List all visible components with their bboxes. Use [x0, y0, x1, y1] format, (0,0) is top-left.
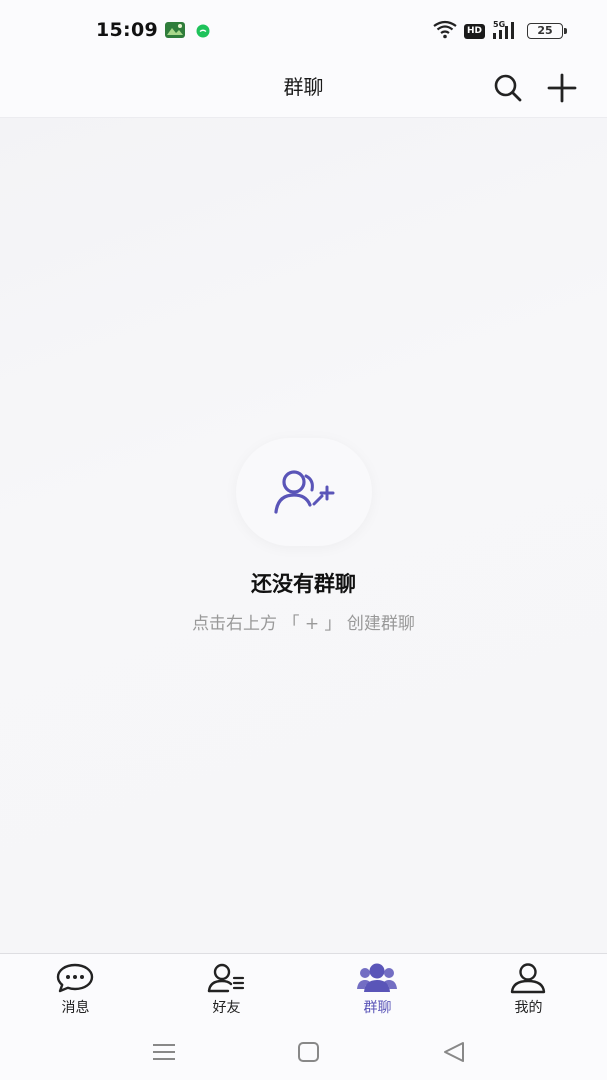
system-nav-bar — [0, 1025, 607, 1080]
tab-groups[interactable]: 群聊 — [302, 954, 453, 1026]
back-icon — [444, 1042, 464, 1062]
home-icon — [298, 1042, 319, 1062]
search-icon — [494, 74, 522, 102]
wechat-app-icon — [196, 24, 210, 38]
plus-icon — [547, 73, 577, 103]
battery-icon: 25 — [527, 23, 567, 39]
phone-screen: 15:09 HD 5G 25 群聊 还没有群聊 点击右上方 「 + 」 创建群聊… — [0, 0, 607, 1080]
wifi-icon — [433, 20, 457, 39]
status-bar: 15:09 HD 5G 25 — [0, 0, 607, 60]
system-menu-button[interactable] — [150, 1039, 178, 1065]
group-list-area: 还没有群聊 点击右上方 「 + 」 创建群聊 — [0, 118, 607, 953]
tab-label: 我的 — [514, 1000, 543, 1016]
create-group-button[interactable] — [542, 68, 582, 108]
tab-messages[interactable]: 消息 — [0, 954, 151, 1026]
group-icon — [357, 963, 397, 992]
tab-label: 好友 — [212, 1000, 241, 1016]
status-time: 15:09 — [96, 19, 158, 41]
tab-friends[interactable]: 好友 — [151, 954, 302, 1026]
profile-icon — [510, 963, 546, 994]
tab-profile[interactable]: 我的 — [453, 954, 604, 1026]
app-header: 群聊 — [0, 60, 607, 118]
tab-label: 消息 — [61, 1000, 90, 1016]
battery-level: 25 — [537, 24, 553, 37]
system-back-button[interactable] — [440, 1039, 468, 1065]
hd-icon: HD — [464, 24, 485, 39]
menu-icon — [153, 1044, 175, 1060]
system-home-button[interactable] — [295, 1039, 323, 1065]
search-button[interactable] — [488, 68, 528, 108]
empty-state-hint: 点击右上方 「 + 」 创建群聊 — [192, 614, 415, 634]
chat-bubble-icon — [56, 963, 94, 993]
svg-text:5G: 5G — [493, 20, 505, 29]
empty-state-icon-circle — [236, 438, 372, 546]
signal-5g-icon: 5G — [493, 20, 514, 39]
bottom-nav: 消息 好友 群聊 我的 — [0, 953, 607, 1025]
empty-state-title: 还没有群聊 — [251, 572, 356, 596]
friends-list-icon — [207, 963, 245, 993]
add-group-user-icon — [274, 470, 335, 514]
tab-label: 群聊 — [363, 1000, 392, 1016]
gallery-app-icon — [165, 22, 185, 38]
